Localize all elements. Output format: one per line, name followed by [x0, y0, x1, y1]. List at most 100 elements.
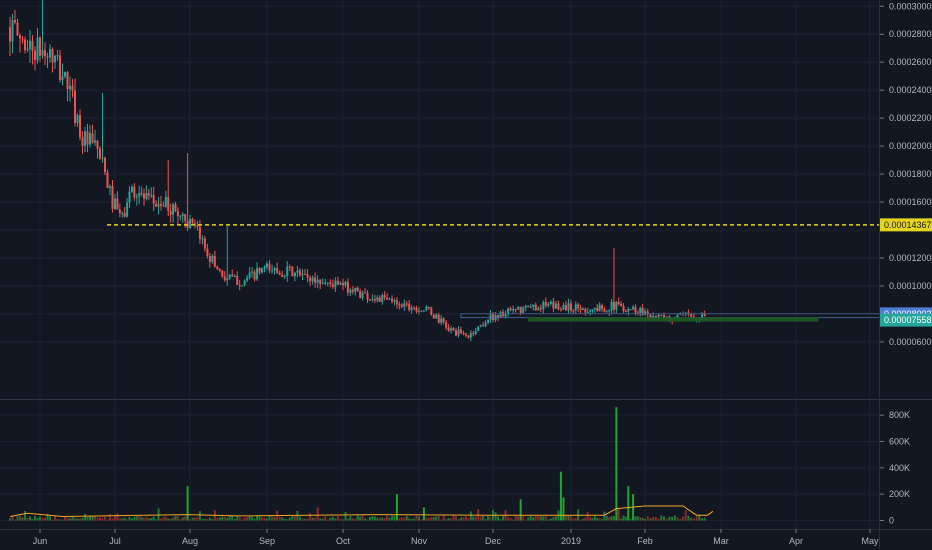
volume-bar	[29, 516, 31, 521]
volume-bar	[26, 518, 29, 521]
time-tick-label: Apr	[789, 536, 803, 546]
candle-body	[422, 310, 425, 312]
candle-body	[534, 304, 537, 311]
volume-bar	[542, 516, 545, 521]
volume-bar	[104, 516, 106, 521]
horizontal-line-badge-label: 0.00014367	[884, 220, 932, 230]
volume-bar	[502, 515, 505, 521]
candle-body	[145, 192, 148, 199]
volume-bar	[622, 515, 625, 521]
candle-body	[539, 308, 542, 310]
time-tick-label: 2019	[561, 536, 581, 546]
volume-bar	[378, 517, 381, 521]
candle-body	[371, 299, 374, 301]
candle-body	[437, 314, 440, 323]
candle-body	[276, 268, 279, 273]
volume-bar	[487, 515, 490, 521]
candle-body	[610, 301, 613, 311]
candle-body	[152, 195, 155, 204]
volume-bar	[359, 516, 362, 521]
volume-bar	[652, 516, 655, 521]
time-tick-label: Jul	[109, 536, 121, 546]
candle-body	[301, 274, 304, 276]
volume-bar	[368, 516, 371, 521]
candle-body	[420, 310, 423, 312]
candle-body	[452, 328, 455, 331]
candle-body	[329, 282, 332, 285]
volume-bar	[263, 517, 266, 521]
volume-bar	[547, 519, 550, 521]
candle-body	[133, 186, 136, 198]
candle-body	[430, 307, 433, 315]
candle-body	[522, 307, 525, 313]
candle-body	[51, 49, 54, 63]
candle-body	[457, 329, 460, 336]
volume-bar	[432, 517, 435, 521]
candle-body	[552, 301, 555, 309]
candle-body	[549, 301, 552, 304]
volume-bar	[356, 515, 359, 521]
candle-body	[589, 310, 592, 312]
volume-bar	[316, 507, 319, 521]
volume-bar	[309, 513, 312, 521]
volume-bar	[549, 518, 552, 521]
volume-bar	[94, 516, 96, 521]
volume-bar	[388, 517, 391, 521]
volume-bar	[612, 516, 615, 521]
candle-body	[31, 40, 34, 51]
candle-body	[306, 274, 309, 278]
candle-body	[81, 137, 84, 146]
candle-body	[435, 314, 438, 319]
volume-bar	[346, 518, 349, 521]
candle-body	[427, 306, 430, 308]
candle-body	[167, 196, 170, 211]
volume-bar	[519, 499, 522, 521]
candle-body	[228, 274, 231, 279]
candle-body	[319, 279, 322, 284]
candle-body	[26, 49, 29, 51]
volume-bar	[278, 516, 281, 521]
time-tick-label: Feb	[637, 536, 653, 546]
volume-bar	[101, 518, 104, 521]
volume-bar	[430, 517, 433, 521]
volume-tick-label: 600K	[889, 436, 910, 446]
candle-body	[660, 314, 663, 316]
support-zone[interactable]	[528, 317, 819, 322]
volume-bar	[111, 518, 114, 521]
volume-bar	[39, 516, 41, 521]
volume-bar	[499, 519, 502, 521]
volume-bar	[336, 516, 339, 521]
volume-bar	[673, 515, 676, 521]
candle-body	[89, 133, 91, 145]
candle-body	[484, 322, 487, 326]
volume-bar	[509, 518, 512, 521]
volume-bar	[532, 517, 535, 521]
candle-body	[123, 212, 126, 217]
price-tick-label: 0.00006000	[889, 337, 932, 347]
volume-bar	[54, 515, 56, 521]
candle-body	[395, 300, 398, 305]
volume-bar	[507, 517, 510, 521]
candle-body	[79, 115, 81, 138]
candle-body	[36, 37, 39, 61]
candle-body	[69, 85, 71, 90]
volume-bar	[301, 518, 304, 521]
candle-body	[24, 39, 26, 51]
candle-body	[570, 303, 572, 311]
volume-bar	[634, 516, 637, 521]
volume-bar	[16, 516, 19, 521]
volume-bar	[497, 516, 500, 521]
price-chart[interactable]: 0.000320000.000300000.000280000.00026000…	[0, 0, 932, 550]
volume-bar	[445, 519, 448, 521]
price-tick-label: 0.00022000	[889, 113, 932, 123]
candle-body	[169, 210, 172, 215]
time-tick-label: Oct	[336, 536, 351, 546]
candle-body	[203, 238, 206, 249]
volume-bar	[288, 517, 291, 521]
candle-body	[248, 272, 251, 278]
candle-body	[408, 303, 411, 310]
volume-bar	[447, 518, 450, 521]
candle-body	[356, 287, 359, 292]
candle-body	[304, 274, 306, 276]
volume-bar	[306, 518, 309, 521]
